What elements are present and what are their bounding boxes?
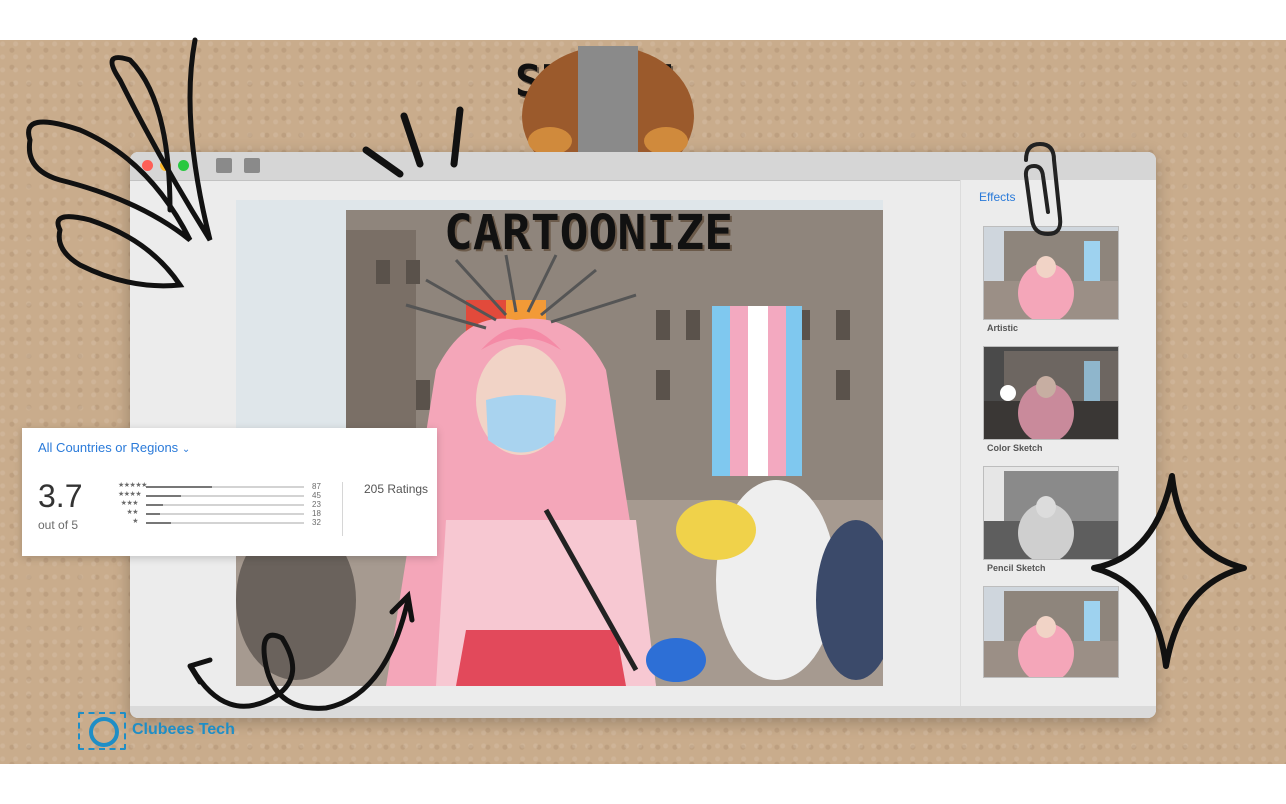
- curly-arrow-doodle: [187, 590, 415, 711]
- rating-count-2: 18: [312, 509, 321, 518]
- effect-label-color-sketch: Color Sketch: [987, 443, 1043, 453]
- rating-count-4: 45: [312, 491, 321, 500]
- total-ratings: 205 Ratings: [364, 482, 429, 496]
- rating-bar-3: [146, 504, 304, 506]
- paperclip-icon: [1023, 141, 1063, 237]
- window-titlebar: [130, 152, 1156, 181]
- rating-bar-5: [146, 486, 304, 488]
- effect-thumbnail-color-sketch[interactable]: [983, 346, 1119, 440]
- rating-stars-4: ★★★★: [118, 491, 142, 498]
- rating-bar-1: [146, 522, 304, 524]
- ratings-divider: [342, 482, 343, 536]
- rating-stars-2: ★★: [126, 509, 138, 516]
- chevron-down-icon: ⌄: [181, 444, 191, 455]
- poster-title-cartoonize: CARTOONIZE: [444, 205, 733, 261]
- rating-bar-fill-3: [146, 504, 164, 506]
- region-label: All Countries or Regions: [38, 440, 179, 455]
- rating-stars-5: ★★★★★: [118, 482, 147, 489]
- ratings-card: All Countries or Regions ⌄ 3.7 out of 5 …: [22, 428, 437, 556]
- rating-scale-label: out of 5: [38, 518, 79, 532]
- effect-thumbnail-artistic[interactable]: [983, 226, 1119, 320]
- rating-bar-2: [146, 513, 304, 515]
- rating-bar-fill-1: [146, 522, 172, 524]
- rating-bar-fill-4: [146, 495, 181, 497]
- rating-count-1: 32: [312, 518, 321, 527]
- lion-art-emblem: [522, 46, 694, 152]
- brand-name: Clubees Tech: [132, 721, 235, 738]
- rating-count-5: 87: [312, 482, 321, 491]
- effect-label-pencil-sketch: Pencil Sketch: [987, 563, 1046, 573]
- rating-bar-fill-5: [146, 486, 213, 488]
- effect-label-artistic: Artistic: [987, 323, 1019, 333]
- sparkle-star-icon: [1091, 473, 1247, 669]
- region-dropdown[interactable]: All Countries or Regions ⌄: [38, 440, 190, 455]
- rating-count-3: 23: [312, 500, 321, 509]
- emphasis-lines-doodle: [362, 106, 464, 178]
- rating-bar-4: [146, 495, 304, 497]
- rating-stars-1: ★: [132, 518, 138, 525]
- logo-ring: [89, 717, 119, 747]
- average-rating: 3.7: [38, 478, 83, 514]
- clubees-logo-icon: [78, 712, 126, 750]
- rating-stars-3: ★★★: [120, 500, 139, 507]
- export-icon[interactable]: [244, 158, 260, 173]
- effect-preview-color-sketch: [984, 347, 1118, 439]
- effect-preview-artistic: [984, 227, 1118, 319]
- scribble-loops-doodle: [26, 37, 213, 289]
- rating-bar-fill-2: [146, 513, 161, 515]
